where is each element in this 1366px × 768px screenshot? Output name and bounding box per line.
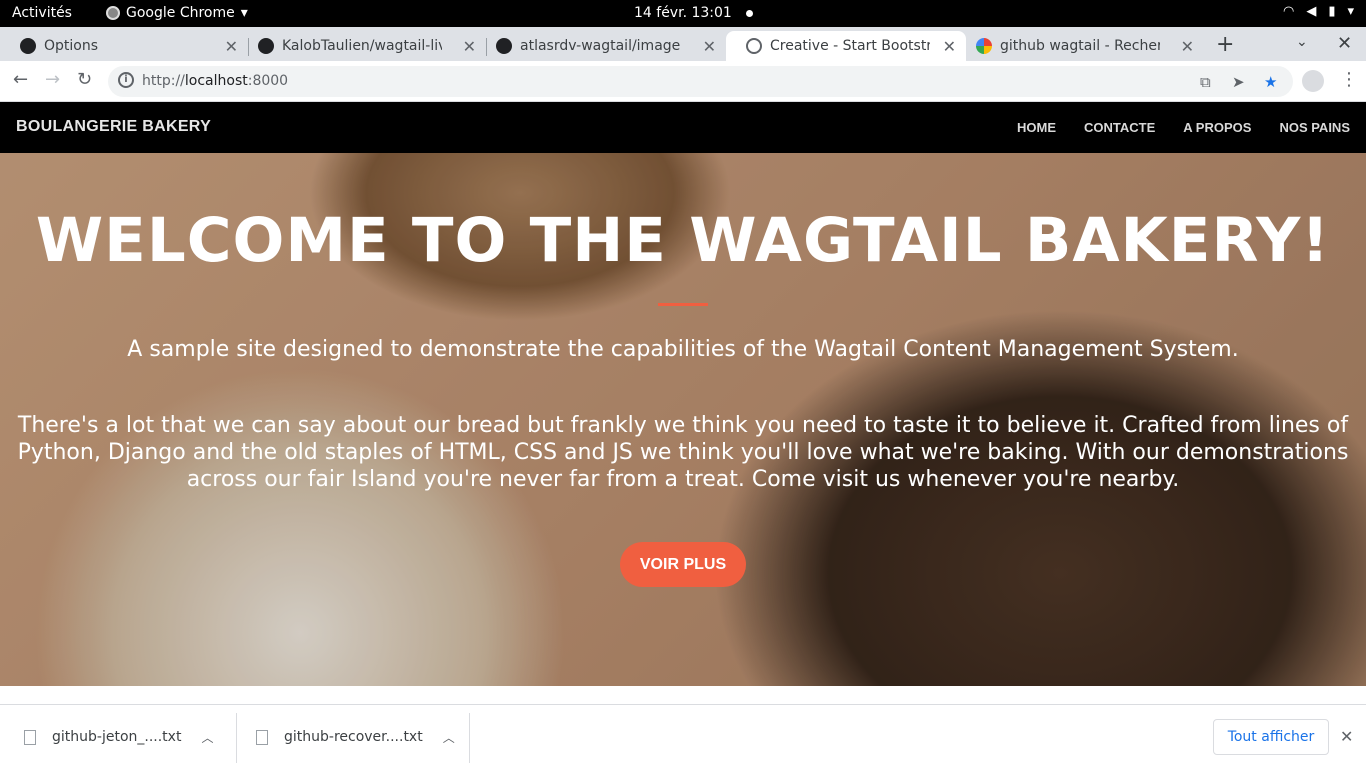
hero-subtitle: A sample site designed to demonstrate th… (127, 337, 1239, 362)
app-menu[interactable]: Google Chrome ▾ (106, 5, 248, 21)
tab-atlasrdv[interactable]: atlasrdv-wagtail/images a ✕ (476, 31, 726, 61)
tab-wagtail-live[interactable]: KalobTaulien/wagtail-live ✕ (238, 31, 486, 61)
tab-title: KalobTaulien/wagtail-live (282, 38, 442, 54)
menu-kebab-icon[interactable]: ⋮ (1340, 69, 1358, 90)
nav-a-propos[interactable]: A PROPOS (1183, 120, 1251, 135)
download-shelf: github-jeton_....txt ︿ github-recover...… (0, 704, 1366, 768)
chevron-up-icon[interactable]: ︿ (443, 729, 455, 746)
github-icon (496, 38, 512, 54)
site-nav-links: HOME CONTACTE A PROPOS NOS PAINS (1017, 120, 1350, 135)
notification-dot-icon (746, 10, 753, 17)
close-icon[interactable]: ✕ (703, 37, 716, 56)
activities-button[interactable]: Activités (12, 5, 72, 21)
tab-title: github wagtail - Recherch (1000, 38, 1160, 54)
file-icon (24, 729, 36, 745)
reload-icon[interactable]: ↻ (77, 69, 92, 90)
url-text[interactable]: http://localhost:8000 (142, 73, 288, 89)
window-close-button[interactable]: ✕ (1337, 33, 1352, 54)
nav-nos-pains[interactable]: NOS PAINS (1279, 120, 1350, 135)
profile-avatar-icon[interactable] (1302, 70, 1324, 92)
chrome-icon (106, 6, 120, 20)
system-tray[interactable]: ◠ ◀ ▮ ▾ (1283, 4, 1354, 19)
send-to-device-icon[interactable]: ➤ (1232, 73, 1245, 91)
new-tab-button[interactable]: + (1216, 32, 1234, 57)
close-icon[interactable]: ✕ (1340, 727, 1353, 746)
download-separator (236, 713, 237, 763)
google-icon (976, 38, 992, 54)
tab-title: Options (44, 38, 99, 54)
download-item[interactable]: github-jeton_....txt ︿ (24, 705, 213, 768)
tab-creative-active[interactable]: Creative - Start Bootstrap ✕ (726, 31, 966, 61)
wifi-icon: ◠ (1282, 4, 1295, 19)
hero-section: WELCOME TO THE WAGTAIL BAKERY! A sample … (0, 153, 1366, 686)
app-menu-label: Google Chrome (126, 5, 235, 21)
download-filename: github-jeton_....txt (52, 729, 182, 745)
voir-plus-button[interactable]: VOIR PLUS (620, 542, 746, 587)
globe-icon (746, 38, 762, 54)
address-bar[interactable]: i http://localhost:8000 ⧉ ➤ ★ (108, 66, 1293, 97)
site-info-icon[interactable]: i (118, 72, 134, 88)
chevron-up-icon[interactable]: ︿ (201, 729, 213, 746)
chevron-down-icon: ▾ (1347, 4, 1354, 19)
nav-home[interactable]: HOME (1017, 120, 1056, 135)
file-icon (256, 729, 268, 745)
battery-icon: ▮ (1328, 4, 1336, 19)
show-all-downloads-button[interactable]: Tout afficher (1213, 719, 1329, 755)
github-icon (258, 38, 274, 54)
tab-strip: Options ✕ KalobTaulien/wagtail-live ✕ at… (0, 27, 1366, 61)
bookmark-star-icon[interactable]: ★ (1264, 73, 1277, 91)
hero-divider (658, 303, 708, 306)
tab-search-chevron-icon[interactable]: ⌄ (1296, 34, 1308, 50)
tab-google-search[interactable]: github wagtail - Recherch ✕ (956, 31, 1204, 61)
github-icon (20, 38, 36, 54)
tab-options[interactable]: Options ✕ (0, 31, 248, 61)
close-icon[interactable]: ✕ (225, 37, 238, 56)
site-brand[interactable]: BOULANGERIE BAKERY (16, 118, 211, 136)
volume-icon: ◀ (1306, 4, 1317, 19)
system-top-bar: Activités Google Chrome ▾ 14 févr. 13:01… (0, 0, 1366, 27)
close-icon[interactable]: ✕ (463, 37, 476, 56)
hero-body: There's a lot that we can say about our … (17, 413, 1349, 492)
chevron-down-icon: ▾ (240, 5, 248, 21)
nav-contacte[interactable]: CONTACTE (1084, 120, 1155, 135)
translate-icon[interactable]: ⧉ (1200, 73, 1211, 91)
hero-title: WELCOME TO THE WAGTAIL BAKERY! (35, 205, 1331, 276)
forward-arrow-icon[interactable]: → (45, 69, 60, 90)
close-icon[interactable]: ✕ (1181, 37, 1194, 56)
download-separator (469, 713, 470, 763)
download-filename: github-recover....txt (284, 729, 423, 745)
clock[interactable]: 14 févr. 13:01 (634, 5, 732, 21)
browser-toolbar: ← → ↻ i http://localhost:8000 ⧉ ➤ ★ (0, 61, 1366, 102)
tab-title: Creative - Start Bootstrap (770, 38, 930, 54)
close-icon[interactable]: ✕ (943, 37, 956, 56)
tab-title: atlasrdv-wagtail/images a (520, 38, 680, 54)
back-arrow-icon[interactable]: ← (13, 69, 28, 90)
download-item[interactable]: github-recover....txt ︿ (256, 705, 455, 768)
site-navbar: BOULANGERIE BAKERY HOME CONTACTE A PROPO… (0, 102, 1366, 153)
